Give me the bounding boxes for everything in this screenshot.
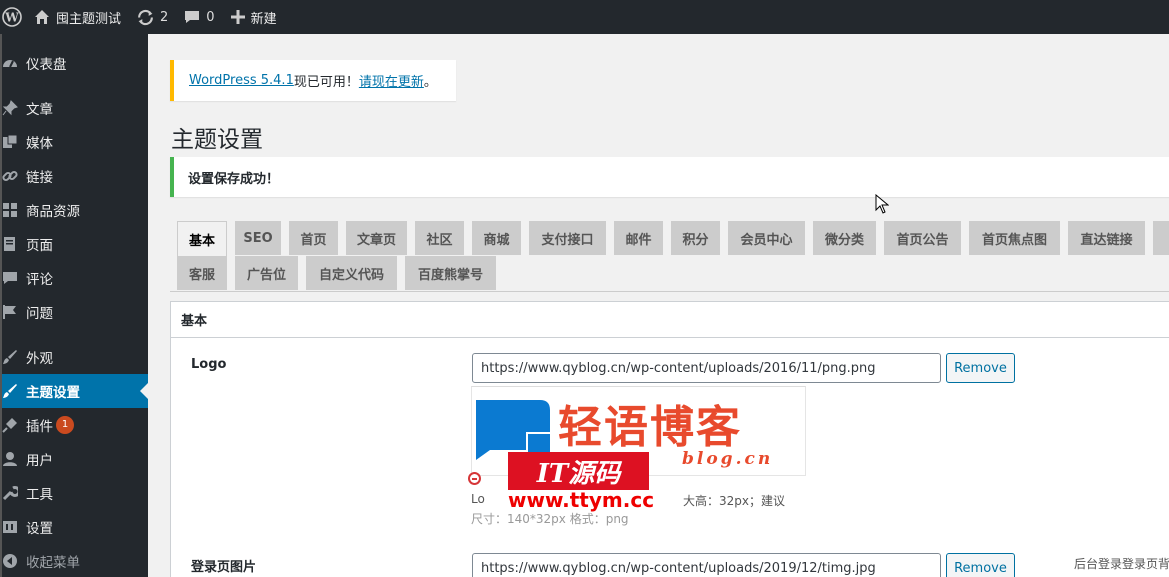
- menu-comments[interactable]: 评论: [2, 261, 148, 295]
- tab-micro-category[interactable]: 微分类: [813, 221, 876, 255]
- flag-icon: [2, 304, 26, 320]
- grid-icon: [2, 202, 26, 218]
- wordpress-logo-icon[interactable]: W: [0, 0, 26, 34]
- dashboard-icon: [2, 55, 26, 71]
- link-icon: [2, 168, 26, 184]
- svg-text:W: W: [4, 11, 19, 25]
- page-title: 主题设置: [171, 127, 263, 153]
- logo-mark-icon: [476, 400, 550, 460]
- menu-posts[interactable]: 文章: [2, 91, 148, 125]
- home-icon: [34, 9, 50, 25]
- menu-settings[interactable]: 设置: [2, 510, 148, 544]
- menu-users[interactable]: 用户: [2, 442, 148, 476]
- tab-points[interactable]: 积分: [671, 221, 720, 255]
- pin-icon: [2, 100, 26, 116]
- menu-media[interactable]: 媒体: [2, 125, 148, 159]
- refresh-icon: [137, 9, 154, 26]
- updates-link[interactable]: 2: [129, 0, 176, 34]
- menu-dashboard[interactable]: 仪表盘: [2, 46, 148, 80]
- success-notice: 设置保存成功！: [170, 157, 1169, 197]
- tab-home-focus[interactable]: 首页焦点图: [969, 221, 1060, 255]
- logo-label: Logo: [191, 357, 227, 372]
- tab-home-notice[interactable]: 首页公告: [884, 221, 961, 255]
- tab-custom-code[interactable]: 自定义代码: [306, 256, 397, 290]
- menu-theme-settings[interactable]: 主题设置: [2, 374, 148, 408]
- logo-desc-end: 大高：32px；建议: [683, 494, 785, 508]
- menu-links[interactable]: 链接: [2, 159, 148, 193]
- page-icon: [2, 236, 26, 252]
- tab-member-center[interactable]: 会员中心: [728, 221, 805, 255]
- login-image-url-input[interactable]: https://www.qyblog.cn/wp-content/uploads…: [472, 553, 941, 577]
- tab-ads[interactable]: 广告位: [235, 256, 298, 290]
- updates-count: 2: [160, 9, 169, 25]
- brush-icon: [2, 349, 26, 365]
- admin-bar: W 囤主题测试 2 0 新建: [0, 0, 1169, 34]
- tab-payment[interactable]: 支付接口: [529, 221, 606, 255]
- tab-email[interactable]: 邮件: [614, 221, 663, 255]
- comments-link[interactable]: 0: [176, 0, 222, 34]
- settings-brush-icon: [2, 383, 26, 399]
- menu-products[interactable]: 商品资源: [2, 193, 148, 227]
- login-image-remove-button[interactable]: Remove: [946, 553, 1015, 577]
- main-content: WordPress 5.4.1 现已可用！ 请现在更新 。 主题设置 设置保存成…: [148, 34, 1169, 577]
- comment-icon: [2, 270, 26, 286]
- logo-remove-button[interactable]: Remove: [946, 353, 1015, 383]
- basic-settings-panel: 基本 Logo https://www.qyblog.cn/wp-content…: [170, 301, 1169, 577]
- logo-title-text: 轻语博客: [558, 402, 742, 453]
- tab-home[interactable]: 首页: [289, 221, 338, 255]
- update-notice-text: 现已可用！: [293, 75, 359, 90]
- update-notice-end: 。: [423, 75, 437, 90]
- plugins-update-badge: 1: [56, 416, 74, 434]
- comment-bubble-icon: [184, 9, 200, 25]
- site-name-link[interactable]: 囤主题测试: [26, 0, 129, 34]
- tab-more[interactable]: [1153, 221, 1169, 255]
- new-label: 新建: [250, 11, 277, 27]
- tab-article[interactable]: 文章页: [346, 221, 407, 255]
- settings-icon: [2, 519, 26, 535]
- tab-seo[interactable]: SEO: [235, 221, 281, 255]
- mouse-cursor-icon: [875, 194, 889, 214]
- login-image-label: 登录页图片: [191, 560, 257, 575]
- tab-direct-link[interactable]: 直达链接: [1068, 221, 1145, 255]
- tab-customer-service[interactable]: 客服: [177, 256, 227, 290]
- logo-subtitle-text: blog.cn: [682, 449, 774, 469]
- collapse-icon: [2, 553, 26, 569]
- user-icon: [2, 451, 26, 467]
- wrench-icon: [2, 485, 26, 501]
- media-icon: [2, 134, 26, 150]
- plugin-icon: [2, 417, 26, 433]
- login-image-note: 后台登录登录页背: [1074, 557, 1169, 571]
- logo-desc-start: Lo: [471, 492, 485, 506]
- watermark-brand: IT源码: [508, 452, 649, 490]
- comments-count: 0: [206, 9, 215, 25]
- tab-baidu-bear[interactable]: 百度熊掌号: [405, 256, 496, 290]
- menu-collapse[interactable]: 收起菜单: [2, 544, 148, 577]
- panel-title: 基本: [171, 302, 1169, 338]
- tab-shop[interactable]: 商城: [472, 221, 521, 255]
- menu-plugins[interactable]: 插件 1: [2, 408, 148, 442]
- tab-basic[interactable]: 基本: [177, 221, 227, 257]
- wordpress-version-link[interactable]: WordPress 5.4.1: [189, 73, 294, 88]
- tabs-divider: [170, 291, 1169, 292]
- plus-icon: [230, 10, 245, 24]
- admin-menu: 仪表盘 文章 媒体 链接 商品资源 页面 评论 问题 外观 主题设置 插件 1: [0, 34, 148, 577]
- menu-appearance[interactable]: 外观: [2, 340, 148, 374]
- remove-image-icon[interactable]: [468, 472, 481, 485]
- new-content-link[interactable]: 新建: [223, 0, 285, 34]
- watermark-url: www.ttym.cc: [508, 488, 655, 512]
- site-name: 囤主题测试: [56, 11, 122, 27]
- logo-url-input[interactable]: https://www.qyblog.cn/wp-content/uploads…: [472, 353, 941, 383]
- menu-tools[interactable]: 工具: [2, 476, 148, 510]
- menu-pages[interactable]: 页面: [2, 227, 148, 261]
- update-notice: WordPress 5.4.1 现已可用！ 请现在更新 。: [170, 60, 456, 101]
- menu-questions[interactable]: 问题: [2, 295, 148, 329]
- update-now-link[interactable]: 请现在更新: [359, 71, 424, 90]
- logo-desc-line2: 尺寸：140*32px 格式：png: [471, 512, 629, 526]
- tab-community[interactable]: 社区: [415, 221, 464, 255]
